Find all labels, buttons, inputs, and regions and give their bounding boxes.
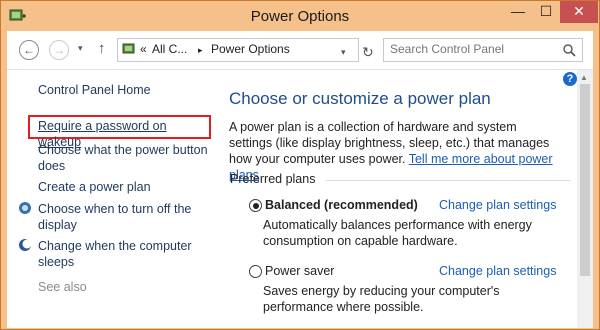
main-panel: ? Choose or customize a power plan A pow… <box>212 70 593 328</box>
power-saver-radio[interactable] <box>249 265 262 278</box>
address-history-chevron-down-icon[interactable]: ▾ <box>341 47 346 58</box>
sidebar-item-computer-sleeps[interactable]: Change when the computer sleeps <box>38 238 198 270</box>
balanced-change-settings-link[interactable]: Change plan settings <box>439 198 556 212</box>
page-title: Choose or customize a power plan <box>229 89 491 108</box>
help-icon[interactable]: ? <box>563 72 577 86</box>
maximize-button[interactable]: ☐ <box>532 1 560 23</box>
vertical-scrollbar[interactable]: ▲ <box>577 70 593 328</box>
power-saver-plan-name[interactable]: Power saver <box>265 264 334 278</box>
breadcrumb-all-control-panel[interactable]: All C... <box>152 42 187 56</box>
address-bar[interactable]: « All C... ▸ Power Options <box>117 38 359 62</box>
balanced-radio[interactable] <box>249 199 262 212</box>
divider <box>326 180 571 181</box>
arrow-left-icon: ← <box>23 43 35 57</box>
power-saver-change-settings-link[interactable]: Change plan settings <box>439 264 556 278</box>
balanced-plan-name[interactable]: Balanced (recommended) <box>265 198 418 212</box>
arrow-up-icon: ↑ <box>98 40 106 57</box>
breadcrumb-power-options[interactable]: Power Options <box>211 42 290 56</box>
sleep-moon-icon <box>19 239 32 251</box>
navigation-bar: ← → ▾ ↑ « All C... ▸ Power Options ▾ ↻ S… <box>7 31 593 70</box>
sidebar-item-power-button[interactable]: Choose what the power button does <box>38 142 208 174</box>
power-options-window: Power Options — ☐ ✕ ← → ▾ ↑ « All C... ▸… <box>0 0 600 330</box>
search-input[interactable]: Search Control Panel <box>390 42 504 56</box>
see-also-heading: See also <box>38 280 87 294</box>
back-button[interactable]: ← <box>19 40 39 60</box>
refresh-icon[interactable]: ↻ <box>362 44 374 61</box>
recent-locations-chevron-down-icon[interactable]: ▾ <box>78 43 83 54</box>
sidebar-item-control-panel-home[interactable]: Control Panel Home <box>38 82 151 98</box>
balanced-plan-description: Automatically balances performance with … <box>263 218 532 248</box>
minimize-button[interactable]: — <box>504 1 532 23</box>
content-area: Control Panel Home Require a password on… <box>7 70 593 328</box>
up-button[interactable]: ↑ <box>98 40 106 57</box>
scroll-up-arrow-icon[interactable]: ▲ <box>580 73 588 82</box>
sidebar-item-create-plan[interactable]: Create a power plan <box>38 179 151 195</box>
preferred-plans-label: Preferred plans <box>230 172 316 186</box>
close-button[interactable]: ✕ <box>560 1 598 23</box>
scroll-thumb[interactable] <box>580 84 590 276</box>
search-box[interactable]: Search Control Panel <box>383 38 583 62</box>
control-panel-icon <box>122 43 135 54</box>
title-bar[interactable]: Power Options — ☐ ✕ <box>1 1 599 31</box>
breadcrumb-separator[interactable]: ▸ <box>198 45 203 56</box>
power-saver-plan-description: Saves energy by reducing your computer's… <box>263 284 500 314</box>
arrow-right-icon: → <box>53 43 65 57</box>
search-icon[interactable] <box>562 43 576 57</box>
display-power-icon <box>19 202 31 214</box>
forward-button[interactable]: → <box>49 40 69 60</box>
sidebar-item-turn-off-display[interactable]: Choose when to turn off the display <box>38 201 198 233</box>
breadcrumb-overflow[interactable]: « <box>140 42 147 56</box>
sidebar: Control Panel Home Require a password on… <box>7 70 212 328</box>
